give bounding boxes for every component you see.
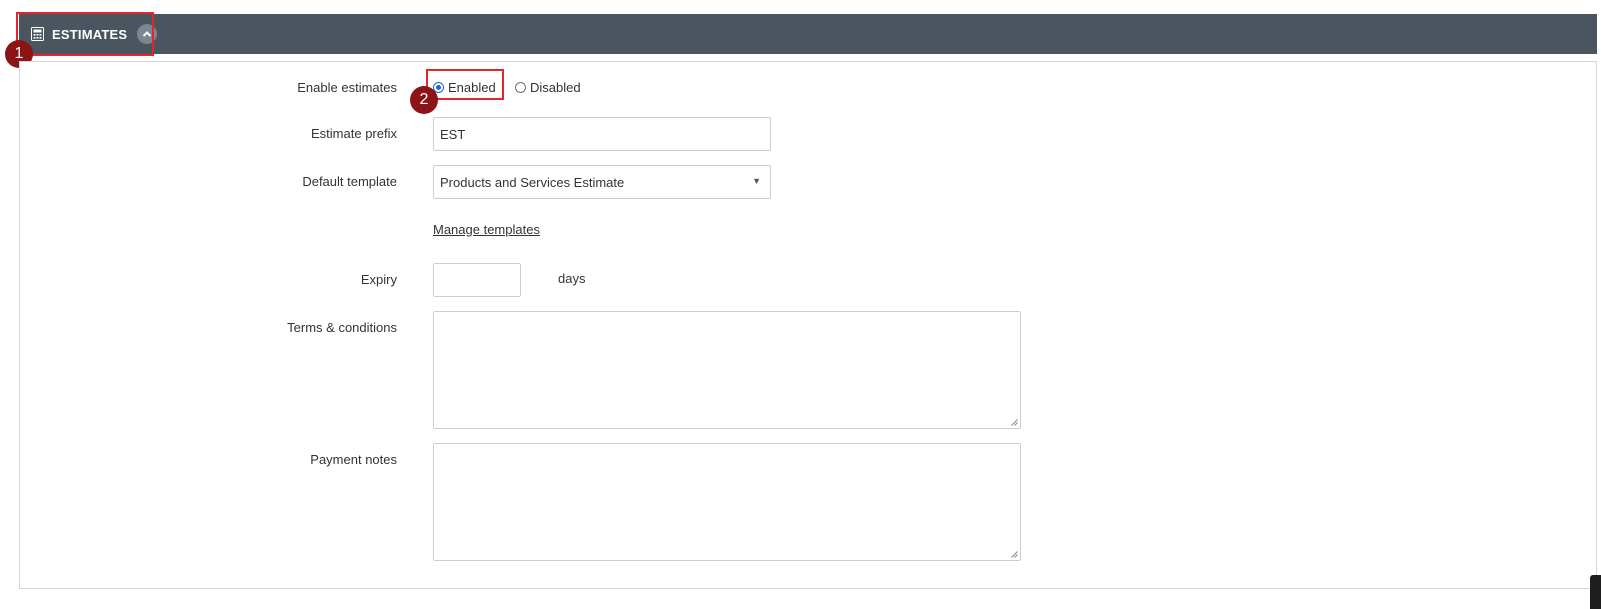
estimate-prefix-label: Estimate prefix (311, 126, 397, 141)
enable-estimates-label: Enable estimates (297, 80, 397, 95)
resize-grip-icon[interactable] (1011, 551, 1018, 558)
radio-unchecked-icon (515, 82, 526, 93)
radio-disabled-label: Disabled (530, 80, 581, 95)
payment-notes-label: Payment notes (310, 452, 397, 467)
expiry-unit: days (558, 271, 586, 286)
dropdown-caret-icon: ▼ (752, 176, 761, 186)
default-template-select[interactable]: Products and Services Estimate ▼ (433, 165, 771, 199)
default-template-value: Products and Services Estimate (440, 174, 625, 190)
terms-label: Terms & conditions (287, 320, 397, 335)
payment-notes-textarea[interactable] (433, 443, 1021, 561)
default-template-label: Default template (302, 174, 397, 189)
callout-badge-2: 2 (410, 86, 438, 114)
callout-highlight-2 (426, 69, 504, 100)
resize-grip-icon[interactable] (1011, 419, 1018, 426)
corner-widget (1590, 575, 1601, 609)
callout-highlight-1 (16, 12, 154, 56)
manage-templates-link[interactable]: Manage templates (433, 222, 540, 237)
radio-disabled[interactable]: Disabled (515, 80, 581, 95)
expiry-label: Expiry (360, 272, 397, 287)
terms-textarea[interactable] (433, 311, 1021, 429)
expiry-input[interactable] (433, 263, 521, 297)
section-header (19, 14, 1597, 54)
estimate-prefix-input[interactable] (433, 117, 771, 151)
